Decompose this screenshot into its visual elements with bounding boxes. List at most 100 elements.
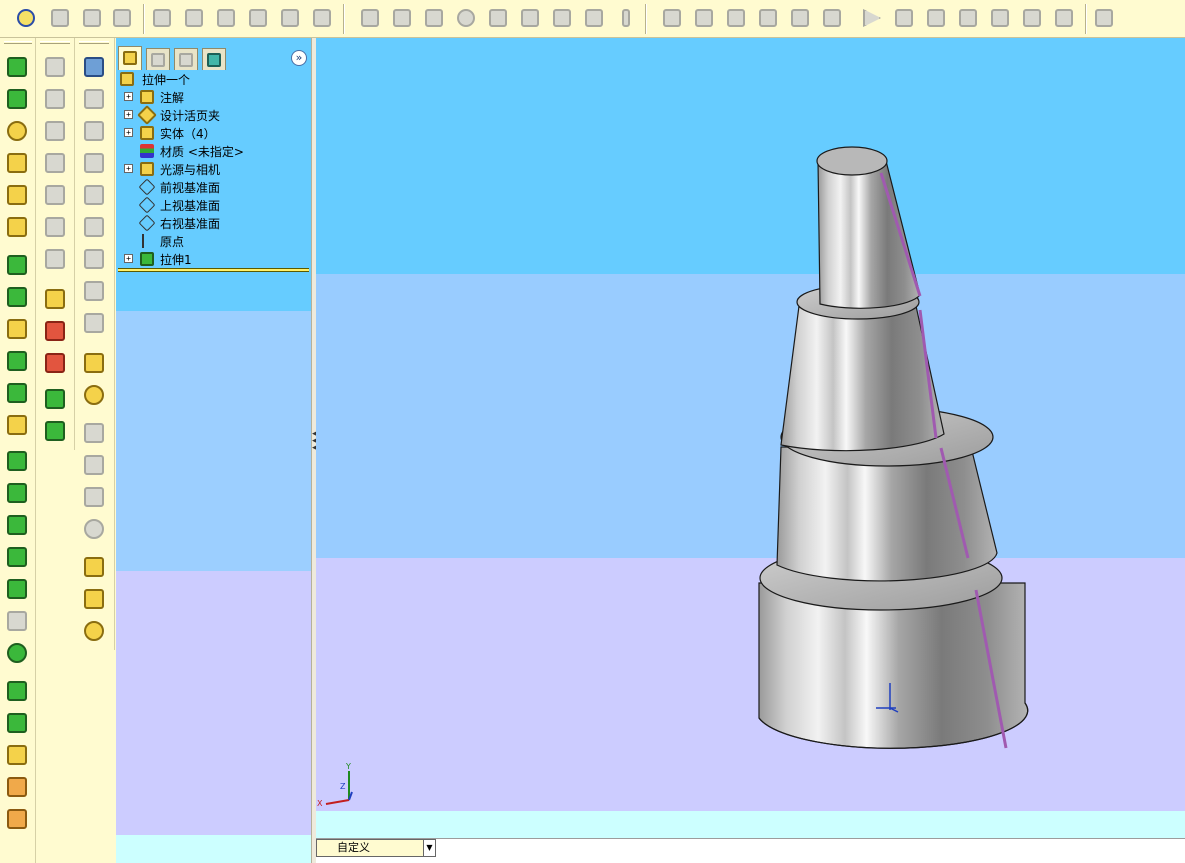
spring-icon[interactable] (550, 6, 574, 30)
plane-ref-icon[interactable] (42, 54, 68, 80)
expand-icon[interactable]: + (124, 128, 133, 137)
sm-break-corner-icon[interactable] (81, 554, 107, 580)
draft-icon[interactable] (4, 380, 30, 406)
revolved-boss-icon[interactable] (4, 86, 30, 112)
sm-rip-icon[interactable] (81, 382, 107, 408)
bearing-icon[interactable] (582, 6, 606, 30)
jog-icon[interactable] (788, 6, 812, 30)
torque-icon[interactable] (486, 6, 510, 30)
wrap-icon[interactable] (4, 512, 30, 538)
line-icon[interactable] (150, 6, 174, 30)
configuration-manager-tab[interactable] (174, 48, 198, 70)
tree-item-front-plane[interactable]: 前视基准面 (116, 178, 311, 196)
temperature-icon[interactable] (614, 6, 638, 30)
tree-item-extrude1[interactable]: + 拉伸1 (116, 250, 311, 268)
copy-entity-icon[interactable] (42, 386, 68, 412)
point-ref-icon[interactable] (42, 150, 68, 176)
move-copy-icon[interactable] (4, 640, 30, 666)
feature-manager-tab[interactable] (118, 46, 142, 70)
swept-boss-icon[interactable] (4, 118, 30, 144)
gravity-icon[interactable] (454, 6, 478, 30)
miter-flange-icon[interactable] (724, 6, 748, 30)
sm-hem-icon[interactable] (81, 150, 107, 176)
sm-fold-icon[interactable] (81, 452, 107, 478)
fixture-icon[interactable] (358, 6, 382, 30)
graphics-area[interactable]: Y X Z (316, 38, 1185, 863)
tree-item-design-binder[interactable]: + 设计活页夹 (116, 105, 311, 125)
pressure-icon[interactable] (518, 6, 542, 30)
hem-icon[interactable] (756, 6, 780, 30)
sheet-metal-base-icon[interactable] (660, 6, 684, 30)
tree-root[interactable]: 拉伸一个 (116, 70, 311, 88)
print-icon[interactable] (246, 6, 270, 30)
combine-icon[interactable] (4, 576, 30, 602)
display-relations-icon[interactable] (42, 350, 68, 376)
mate-reference-icon[interactable] (42, 182, 68, 208)
shell-icon[interactable] (4, 348, 30, 374)
expand-icon[interactable]: + (124, 164, 133, 173)
tree-item-annotations[interactable]: + 注解 (116, 88, 311, 106)
coordinate-system-icon[interactable] (42, 118, 68, 144)
list-icon[interactable] (48, 6, 72, 30)
no-bends-icon[interactable] (1052, 6, 1076, 30)
tree-item-material[interactable]: 材质 <未指定> (116, 142, 311, 160)
dropdown-arrow-icon[interactable]: ▼ (423, 840, 435, 856)
sm-unfold-icon[interactable] (81, 420, 107, 446)
load-icon[interactable] (390, 6, 414, 30)
base-flange-icon[interactable] (81, 54, 107, 80)
unfold-icon[interactable] (892, 6, 916, 30)
add-relation-icon[interactable] (42, 318, 68, 344)
extruded-cut-icon[interactable] (4, 214, 30, 240)
dimxpert-tab[interactable] (202, 48, 226, 70)
sm-cross-break-icon[interactable] (81, 278, 107, 304)
rib-icon[interactable] (4, 316, 30, 342)
edge-flange-icon[interactable] (692, 6, 716, 30)
sm-insert-bends-icon[interactable] (81, 350, 107, 376)
tree-item-origin[interactable]: 原点 (116, 232, 311, 250)
rip-icon[interactable] (988, 6, 1012, 30)
extruded-boss-icon[interactable] (4, 54, 30, 80)
rectangle-icon[interactable] (182, 6, 206, 30)
bounding-box-icon[interactable] (42, 214, 68, 240)
sm-edge-flange-icon[interactable] (81, 86, 107, 112)
flatten-icon[interactable] (956, 6, 980, 30)
fold-icon[interactable] (924, 6, 948, 30)
chamfer-icon[interactable] (4, 284, 30, 310)
sketched-bend-icon[interactable] (820, 6, 844, 30)
configuration-select[interactable]: 自定义 ▼ (316, 839, 436, 857)
move-entity-icon[interactable] (42, 418, 68, 444)
flag-icon[interactable] (278, 6, 302, 30)
intersect-icon[interactable] (4, 608, 30, 634)
sm-lofted-bend-icon[interactable] (81, 310, 107, 336)
smart-relations-icon[interactable] (110, 6, 134, 30)
sketch-pattern-icon[interactable] (4, 806, 30, 832)
play-icon[interactable] (860, 6, 884, 30)
sketch-relations-icon[interactable] (80, 6, 104, 30)
sm-jog-icon[interactable] (81, 246, 107, 272)
flex-icon[interactable] (4, 480, 30, 506)
force-icon[interactable] (422, 6, 446, 30)
sm-miter-icon[interactable] (81, 118, 107, 144)
sm-vent-icon[interactable] (81, 618, 107, 644)
tree-item-right-plane[interactable]: 右视基准面 (116, 214, 311, 232)
rollback-bar[interactable] (118, 268, 309, 272)
table-icon[interactable] (310, 6, 334, 30)
mirror-icon[interactable] (4, 742, 30, 768)
sm-corner-trim-icon[interactable] (81, 586, 107, 612)
tree-item-top-plane[interactable]: 上视基准面 (116, 196, 311, 214)
sketch-edit-icon[interactable] (42, 286, 68, 312)
tree-item-lights-cameras[interactable]: + 光源与相机 (116, 160, 311, 178)
lofted-boss-icon[interactable] (4, 150, 30, 176)
linear-pattern-icon[interactable] (4, 678, 30, 704)
boundary-boss-icon[interactable] (4, 182, 30, 208)
spline-icon[interactable] (214, 6, 238, 30)
expand-icon[interactable]: + (124, 92, 133, 101)
fillet-icon[interactable] (4, 252, 30, 278)
center-of-mass-icon[interactable] (42, 246, 68, 272)
expand-icon[interactable]: + (124, 254, 133, 263)
dome-icon[interactable] (4, 448, 30, 474)
split-line-icon[interactable] (4, 544, 30, 570)
hole-wizard-icon[interactable] (4, 412, 30, 438)
curve-pattern-icon[interactable] (4, 774, 30, 800)
sm-no-bends-icon[interactable] (81, 516, 107, 542)
